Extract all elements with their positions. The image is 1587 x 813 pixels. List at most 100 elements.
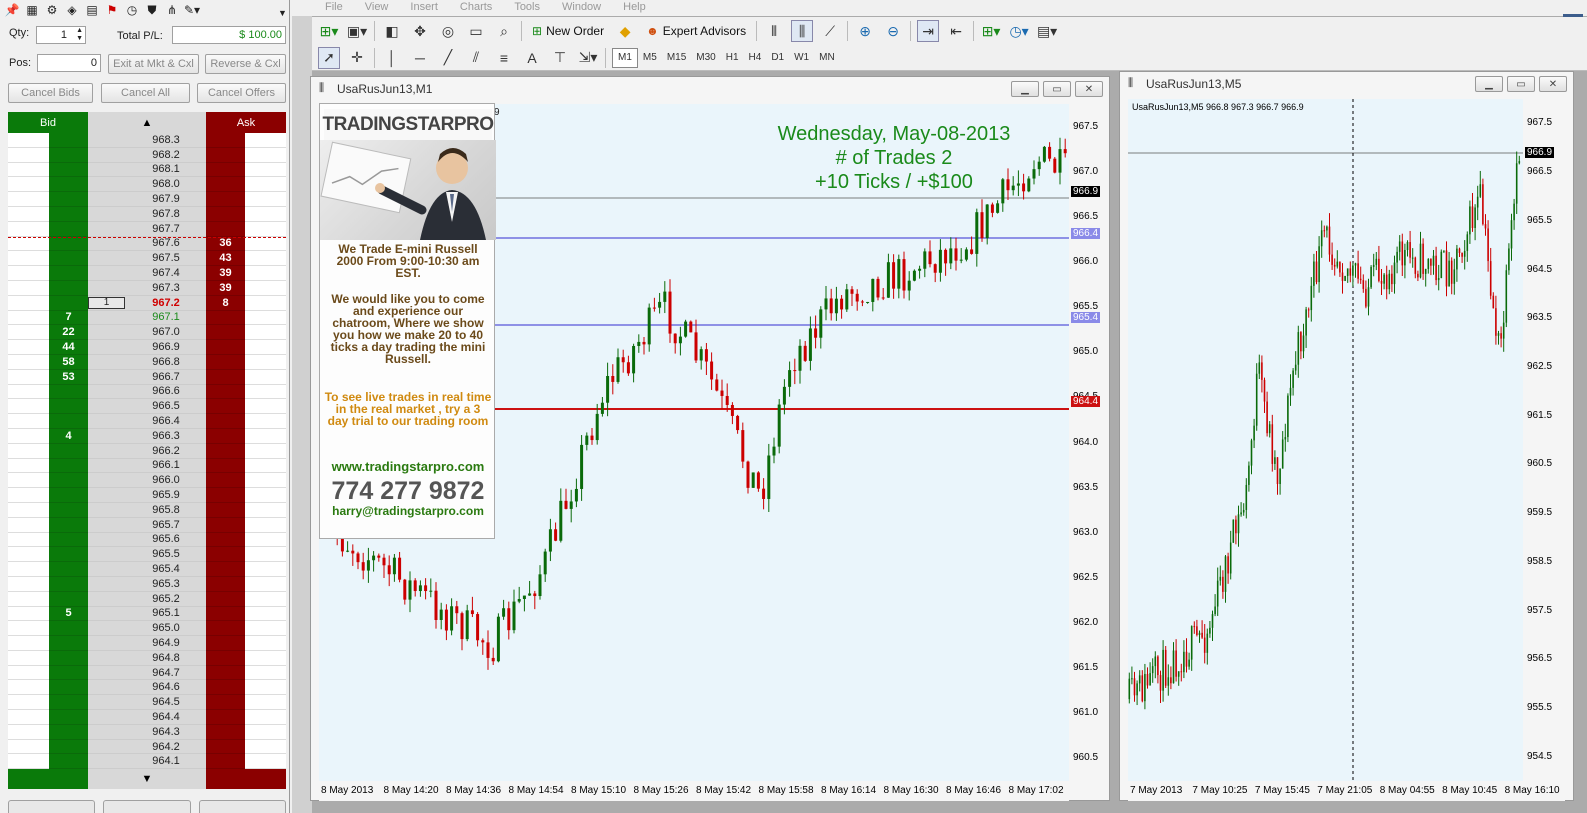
restore-icon[interactable]: ▭ bbox=[1507, 76, 1535, 92]
navigator-icon[interactable]: ✥ bbox=[409, 20, 431, 42]
cancel-offers-button[interactable]: Cancel Offers bbox=[197, 83, 286, 103]
alert-icon[interactable]: ⚑ bbox=[104, 2, 120, 18]
ask-order-cell[interactable] bbox=[245, 517, 286, 533]
ask-order-cell[interactable] bbox=[245, 236, 286, 252]
settings-gear-icon[interactable]: ⚙ bbox=[44, 2, 60, 18]
bid-order-cell[interactable] bbox=[8, 280, 49, 296]
text-icon[interactable]: A bbox=[521, 47, 543, 69]
ask-order-cell[interactable] bbox=[245, 547, 286, 563]
line-chart-icon[interactable]: ⟋ bbox=[819, 20, 841, 42]
bid-order-cell[interactable] bbox=[8, 295, 49, 311]
ask-order-cell[interactable] bbox=[245, 443, 286, 459]
ask-order-cell[interactable] bbox=[245, 266, 286, 281]
cursor-icon[interactable]: ➚ bbox=[318, 46, 340, 69]
ladder-row[interactable]: 967.6 36 bbox=[8, 236, 286, 252]
tools-dropdown-icon[interactable]: ✎▾ bbox=[184, 2, 200, 18]
periods-icon[interactable]: ◷▾ bbox=[1008, 20, 1030, 42]
crosshair-icon[interactable]: ✛ bbox=[346, 47, 368, 69]
chart-title-bar[interactable]: UsaRusJun13,M1 bbox=[311, 77, 1109, 101]
ask-order-cell[interactable] bbox=[245, 621, 286, 637]
filter-icon[interactable]: ◈ bbox=[64, 2, 80, 18]
ladder-row[interactable]: 967.2 8 1 bbox=[8, 295, 286, 311]
data-window-icon[interactable]: ◎ bbox=[437, 20, 459, 42]
tree-icon[interactable]: ⋔ bbox=[164, 2, 180, 18]
ladder-row[interactable]: 965.6 bbox=[8, 532, 286, 548]
ladder-row[interactable]: 968.1 bbox=[8, 162, 286, 178]
ask-order-cell[interactable] bbox=[245, 665, 286, 681]
ask-order-cell[interactable] bbox=[245, 754, 286, 770]
ask-order-cell[interactable] bbox=[245, 636, 286, 651]
ask-order-cell[interactable] bbox=[245, 576, 286, 592]
ladder-row[interactable]: 968.2 bbox=[8, 147, 286, 163]
ladder-row[interactable]: 964.7 bbox=[8, 665, 286, 681]
ask-order-cell[interactable] bbox=[245, 310, 286, 326]
ask-order-cell[interactable] bbox=[245, 399, 286, 415]
bid-order-cell[interactable] bbox=[8, 606, 49, 622]
bid-order-cell[interactable] bbox=[8, 133, 49, 148]
ladder-row[interactable]: 964.6 bbox=[8, 680, 286, 696]
bid-order-cell[interactable] bbox=[8, 488, 49, 503]
ask-order-cell[interactable] bbox=[245, 369, 286, 385]
close-icon[interactable]: ✕ bbox=[1539, 76, 1567, 92]
ladder-row[interactable]: 966.5 bbox=[8, 399, 286, 415]
ask-order-cell[interactable] bbox=[245, 502, 286, 518]
timeframe-m15[interactable]: M15 bbox=[662, 48, 691, 68]
strategy-tester-icon[interactable]: ⌕ bbox=[493, 20, 515, 42]
calculator-icon[interactable]: ▦ bbox=[24, 2, 40, 18]
bid-order-cell[interactable] bbox=[8, 192, 49, 207]
ladder-row[interactable]: 967.8 bbox=[8, 206, 286, 222]
ask-order-cell[interactable] bbox=[245, 695, 286, 711]
bid-order-cell[interactable] bbox=[8, 221, 49, 237]
bar-chart-icon[interactable]: ⫴ bbox=[763, 20, 785, 42]
collapse-arrow-icon[interactable]: ▼ bbox=[278, 8, 287, 18]
bid-order-cell[interactable] bbox=[8, 414, 49, 429]
ladder-row[interactable]: 967.5 43 bbox=[8, 251, 286, 267]
shield-icon[interactable]: ⛊ bbox=[144, 2, 160, 18]
ladder-row[interactable]: 4 966.3 bbox=[8, 428, 286, 444]
bid-order-cell[interactable] bbox=[8, 621, 49, 637]
ask-order-cell[interactable] bbox=[245, 354, 286, 370]
market-watch-icon[interactable]: ◧ bbox=[381, 20, 403, 42]
metaeditor-icon[interactable]: ◆ bbox=[614, 20, 636, 42]
ask-order-cell[interactable] bbox=[245, 221, 286, 237]
new-chart-icon[interactable]: ⊞▾ bbox=[318, 20, 340, 42]
bid-order-cell[interactable] bbox=[8, 473, 49, 489]
bid-order-cell[interactable] bbox=[8, 502, 49, 518]
restore-icon[interactable]: ▭ bbox=[1043, 81, 1071, 97]
ask-order-cell[interactable] bbox=[245, 488, 286, 503]
ladder-row[interactable]: 965.5 bbox=[8, 547, 286, 563]
bid-order-cell[interactable] bbox=[8, 665, 49, 681]
ladder-row[interactable]: 966.6 bbox=[8, 384, 286, 400]
ask-order-cell[interactable] bbox=[245, 458, 286, 474]
reverse-button[interactable]: Reverse & Cxl bbox=[205, 54, 286, 74]
ask-order-cell[interactable] bbox=[245, 133, 286, 148]
bottom-button[interactable] bbox=[103, 800, 191, 813]
ladder-row[interactable]: 964.2 bbox=[8, 739, 286, 755]
ask-order-cell[interactable] bbox=[245, 650, 286, 666]
bid-order-cell[interactable] bbox=[8, 251, 49, 267]
ladder-row[interactable]: 5 965.1 bbox=[8, 606, 286, 622]
ladder-row[interactable]: 22 967.0 bbox=[8, 325, 286, 341]
zoom-in-icon[interactable]: ⊕ bbox=[854, 20, 876, 42]
ladder-row[interactable]: 7 967.1 bbox=[8, 310, 286, 326]
pin-icon[interactable]: 📌 bbox=[4, 2, 20, 18]
bid-order-cell[interactable] bbox=[8, 562, 49, 577]
bid-order-cell[interactable] bbox=[8, 147, 49, 163]
qty-stepper[interactable]: 1 ▲ ▼ bbox=[36, 26, 86, 44]
ladder-row[interactable]: 964.4 bbox=[8, 710, 286, 725]
ask-order-cell[interactable] bbox=[245, 739, 286, 755]
menu-item-help[interactable]: Help bbox=[612, 0, 657, 16]
ask-order-cell[interactable] bbox=[245, 606, 286, 622]
bid-order-cell[interactable] bbox=[8, 325, 49, 341]
bid-order-cell[interactable] bbox=[8, 739, 49, 755]
bid-order-cell[interactable] bbox=[8, 576, 49, 592]
ladder-row[interactable]: 964.8 bbox=[8, 650, 286, 666]
bid-order-cell[interactable] bbox=[8, 636, 49, 651]
ladder-row[interactable]: 968.0 bbox=[8, 177, 286, 193]
profiles-icon[interactable]: ▣▾ bbox=[346, 20, 368, 42]
menu-item-window[interactable]: Window bbox=[551, 0, 612, 16]
ask-order-cell[interactable] bbox=[245, 340, 286, 355]
fibonacci-icon[interactable]: ≡ bbox=[493, 47, 515, 69]
bid-order-cell[interactable] bbox=[8, 340, 49, 355]
bid-order-cell[interactable] bbox=[8, 206, 49, 222]
